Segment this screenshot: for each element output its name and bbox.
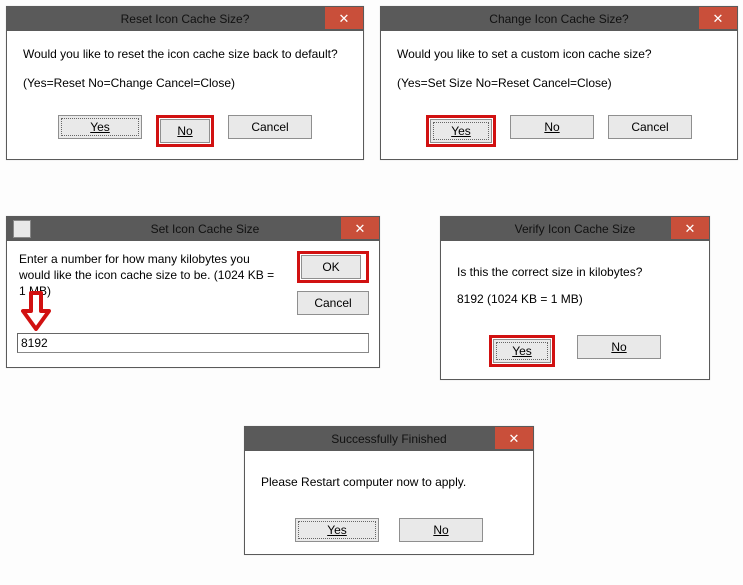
titlebar: Set Icon Cache Size ✕ [7,217,379,241]
finished-dialog: Successfully Finished ✕ Please Restart c… [244,426,534,555]
no-button[interactable]: No [510,115,594,139]
size-input[interactable] [17,333,369,353]
reset-dialog: Reset Icon Cache Size? ✕ Would you like … [6,6,364,160]
close-icon: ✕ [685,222,696,235]
yes-button[interactable]: Yes [295,518,379,542]
cancel-button[interactable]: Cancel [608,115,692,139]
verify-dialog: Verify Icon Cache Size ✕ Is this the cor… [440,216,710,380]
system-icon [13,220,31,238]
button-row: Yes No Cancel [381,109,737,159]
button-row: Yes No Cancel [7,109,363,159]
close-button[interactable]: ✕ [495,427,533,449]
message-line2: 8192 (1024 KB = 1 MB) [457,290,693,309]
close-button[interactable]: ✕ [341,217,379,239]
yes-button[interactable]: Yes [493,339,551,363]
close-icon: ✕ [355,222,366,235]
highlight-yes: Yes [489,335,555,367]
button-row: Yes No [245,506,533,554]
yes-button[interactable]: Yes [430,119,492,143]
message-line2: (Yes=Set Size No=Reset Cancel=Close) [397,74,721,93]
input-wrap [17,333,369,353]
change-dialog: Change Icon Cache Size? ✕ Would you like… [380,6,738,160]
no-button[interactable]: No [399,518,483,542]
message-line1: Would you like to set a custom icon cach… [397,45,721,64]
arrow-icon [21,291,51,331]
close-icon: ✕ [509,432,520,445]
close-icon: ✕ [713,12,724,25]
message-line1: Would you like to reset the icon cache s… [23,45,347,64]
dialog-body: Would you like to set a custom icon cach… [381,31,737,109]
message-line1: Is this the correct size in kilobytes? [457,263,693,282]
highlight-ok: OK [297,251,369,283]
titlebar: Verify Icon Cache Size ✕ [441,217,709,241]
ok-button[interactable]: OK [301,255,361,279]
yes-button[interactable]: Yes [58,115,142,139]
dialog-body: Is this the correct size in kilobytes? 8… [441,241,709,321]
no-button[interactable]: No [577,335,661,359]
close-button[interactable]: ✕ [699,7,737,29]
close-icon: ✕ [339,12,350,25]
message-line1: Please Restart computer now to apply. [261,473,517,492]
message-line2: (Yes=Reset No=Change Cancel=Close) [23,74,347,93]
titlebar: Reset Icon Cache Size? ✕ [7,7,363,31]
title-text: Successfully Finished [245,432,533,446]
dialog-body: Would you like to reset the icon cache s… [7,31,363,109]
cancel-button[interactable]: Cancel [228,115,312,139]
titlebar: Successfully Finished ✕ [245,427,533,451]
set-dialog: Set Icon Cache Size ✕ Enter a number for… [6,216,380,368]
message-line1: Enter a number for how many kilobytes yo… [19,251,279,300]
button-row: Yes No [441,321,709,379]
close-button[interactable]: ✕ [325,7,363,29]
titlebar: Change Icon Cache Size? ✕ [381,7,737,31]
dialog-body: Enter a number for how many kilobytes yo… [7,241,379,363]
no-button[interactable]: No [160,119,210,143]
title-text: Change Icon Cache Size? [381,12,737,26]
highlight-yes: Yes [426,115,496,147]
cancel-button[interactable]: Cancel [297,291,369,315]
dialog-body: Please Restart computer now to apply. [245,451,533,506]
highlight-no: No [156,115,214,147]
title-text: Set Icon Cache Size [31,222,379,236]
title-text: Verify Icon Cache Size [441,222,709,236]
button-column: OK Cancel [297,251,369,315]
title-text: Reset Icon Cache Size? [7,12,363,26]
close-button[interactable]: ✕ [671,217,709,239]
